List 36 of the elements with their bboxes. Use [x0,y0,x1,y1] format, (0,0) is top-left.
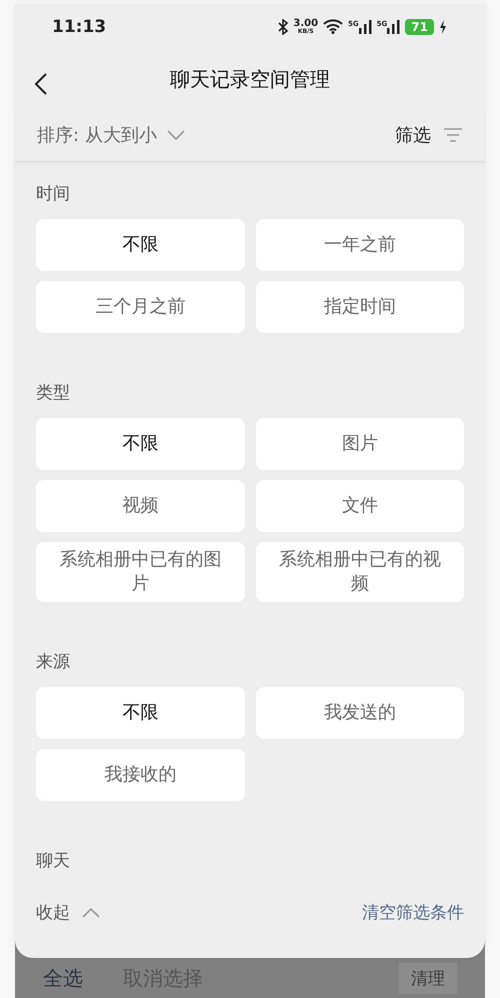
filter-option[interactable]: 三个月之前 [36,280,244,333]
collapse-button[interactable]: 收起 [36,901,100,924]
filter-option[interactable]: 一年之前 [256,218,464,271]
clear-filters-link[interactable]: 清空筛选条件 [362,901,464,924]
select-all-button[interactable]: 全选 [43,964,83,992]
filter-option[interactable]: 系统相册中已有的图片 [36,542,244,602]
filter-option[interactable]: 不限 [36,218,244,271]
section-title: 聊天 [36,850,71,872]
filter-option[interactable]: 图片 [256,418,464,470]
battery-indicator: 71 [405,18,434,35]
filter-icon [443,128,463,142]
wifi-icon [323,19,344,34]
signal-icon [387,20,400,34]
bluetooth-icon [278,18,288,35]
sort-dropdown[interactable]: 排序: 从大到小 [37,123,185,148]
chevron-down-icon [166,130,185,140]
page-title: 聊天记录空间管理 [170,66,330,93]
filter-option[interactable]: 系统相册中已有的视频 [256,542,464,602]
filter-option[interactable]: 视频 [36,480,244,532]
filter-option[interactable]: 我接收的 [36,748,244,801]
signal-icon [358,20,372,34]
clean-button[interactable]: 清理 [399,962,457,994]
charging-icon [439,20,447,34]
filter-option[interactable]: 不限 [36,418,244,470]
filter-option[interactable]: 文件 [256,480,464,532]
section-title: 时间 [36,182,71,205]
section-title: 来源 [36,650,71,673]
chevron-up-icon [82,908,100,918]
filter-option[interactable]: 我发送的 [256,686,464,739]
section-title: 类型 [36,382,71,404]
filter-option[interactable]: 不限 [36,686,244,739]
status-time: 11:13 [52,16,106,37]
back-icon[interactable] [34,72,48,96]
filter-button[interactable]: 筛选 [395,123,463,148]
filter-option[interactable]: 指定时间 [256,280,464,333]
speed-value: 3.00 [293,18,318,28]
